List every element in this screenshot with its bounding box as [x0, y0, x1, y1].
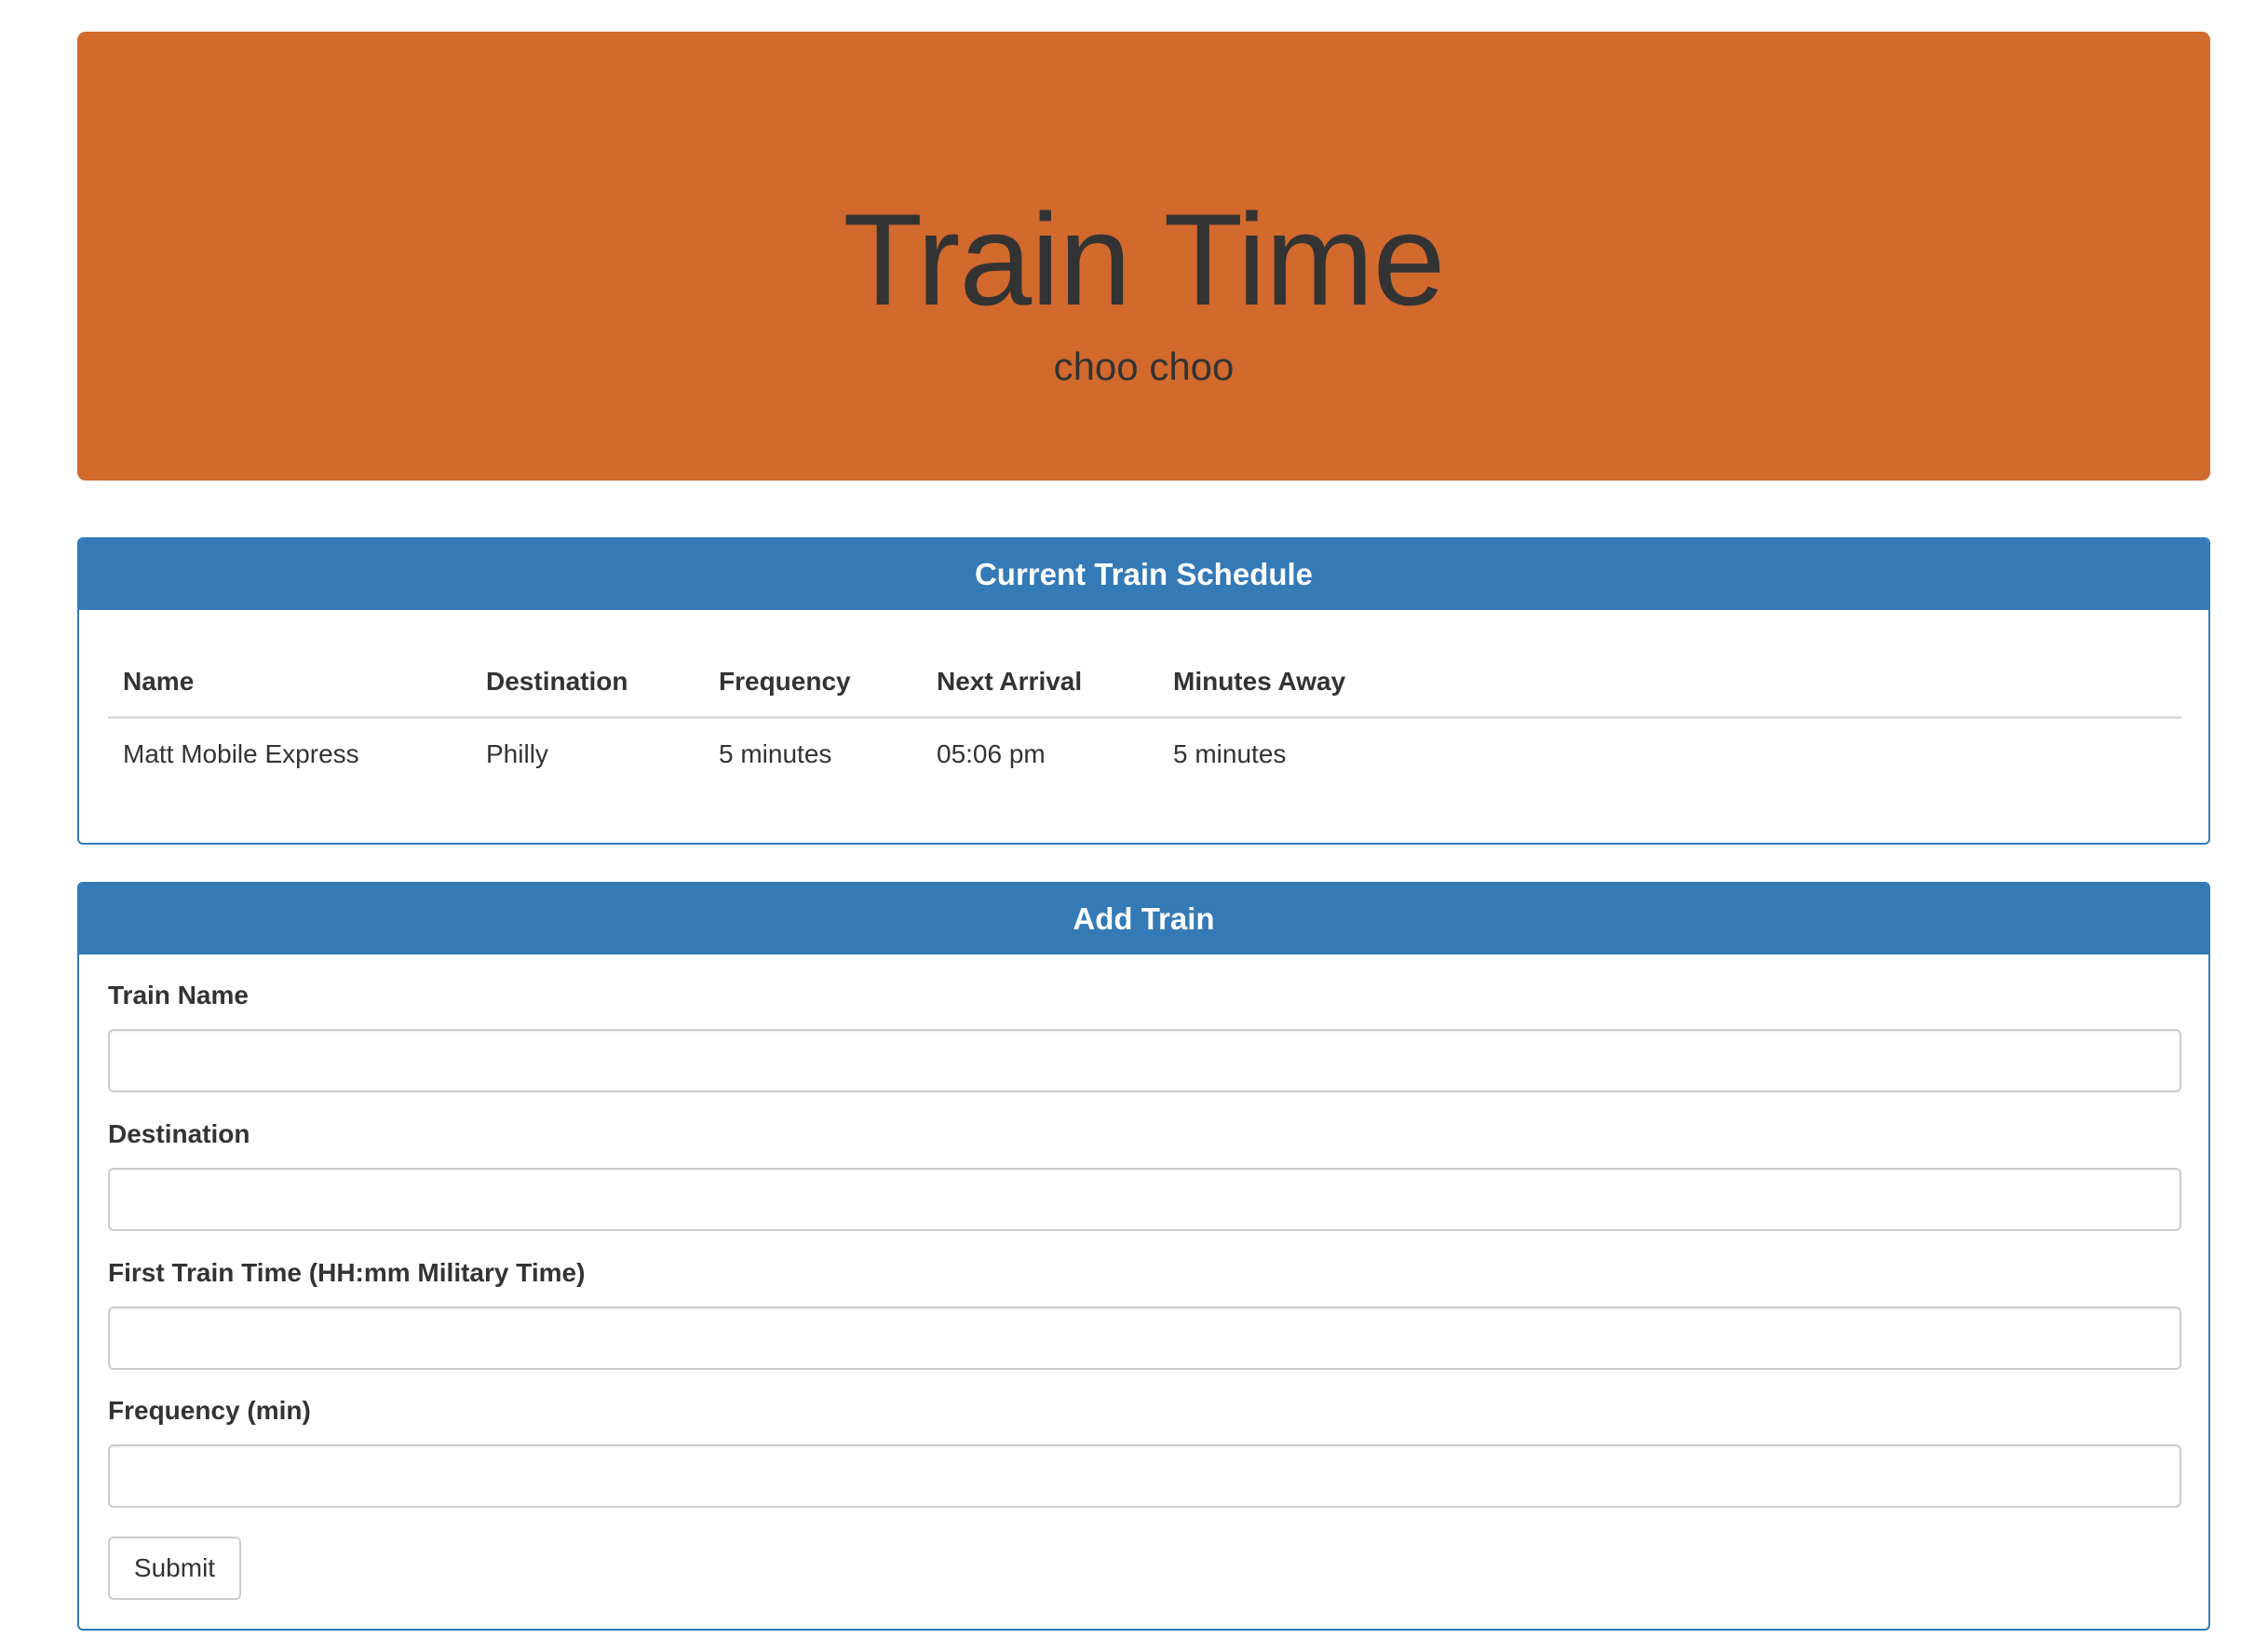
cell-destination: Philly — [486, 739, 548, 768]
page-title: Train Time — [843, 186, 1445, 332]
page-subtitle: choo choo — [1053, 345, 1235, 388]
schedule-panel: Current Train Schedule Name Destination … — [77, 537, 2210, 845]
column-header-destination: Destination — [471, 647, 704, 719]
destination-input[interactable] — [108, 1168, 2181, 1231]
train-name-input[interactable] — [108, 1029, 2181, 1092]
first-train-time-input[interactable] — [108, 1307, 2181, 1370]
column-header-minutes-away: Minutes Away — [1158, 647, 2181, 719]
cell-next-arrival: 05:06 pm — [937, 739, 1046, 768]
first-train-time-label: First Train Time (HH:mm Military Time) — [108, 1258, 586, 1287]
column-header-frequency: Frequency — [704, 647, 922, 719]
cell-frequency: 5 minutes — [719, 739, 832, 768]
cell-minutes-away: 5 minutes — [1173, 739, 1287, 768]
column-header-name: Name — [108, 647, 471, 719]
table-header-row: Name Destination Frequency Next Arrival … — [108, 647, 2181, 719]
form-group-train-name: Train Name — [108, 977, 2181, 1092]
schedule-table: Name Destination Frequency Next Arrival … — [108, 647, 2181, 790]
cell-train-name: Matt Mobile Express — [123, 739, 359, 768]
form-group-destination: Destination — [108, 1116, 2181, 1231]
submit-button[interactable]: Submit — [108, 1537, 241, 1600]
table-row: Matt Mobile Express Philly 5 minutes 05:… — [108, 718, 2181, 791]
header-banner: Train Time choo choo — [77, 32, 2210, 481]
frequency-input[interactable] — [108, 1444, 2181, 1508]
train-name-label: Train Name — [108, 981, 249, 1009]
schedule-panel-heading: Current Train Schedule — [79, 539, 2208, 610]
page: Train Time choo choo Current Train Sched… — [0, 0, 2268, 1652]
add-train-panel: Add Train Train Name Destination First T… — [77, 882, 2210, 1631]
form-group-frequency: Frequency (min) — [108, 1392, 2181, 1508]
add-train-panel-heading: Add Train — [79, 884, 2208, 955]
column-header-next-arrival: Next Arrival — [922, 647, 1158, 719]
frequency-label: Frequency (min) — [108, 1396, 311, 1425]
form-group-first-train-time: First Train Time (HH:mm Military Time) — [108, 1254, 2181, 1370]
destination-label: Destination — [108, 1119, 250, 1148]
